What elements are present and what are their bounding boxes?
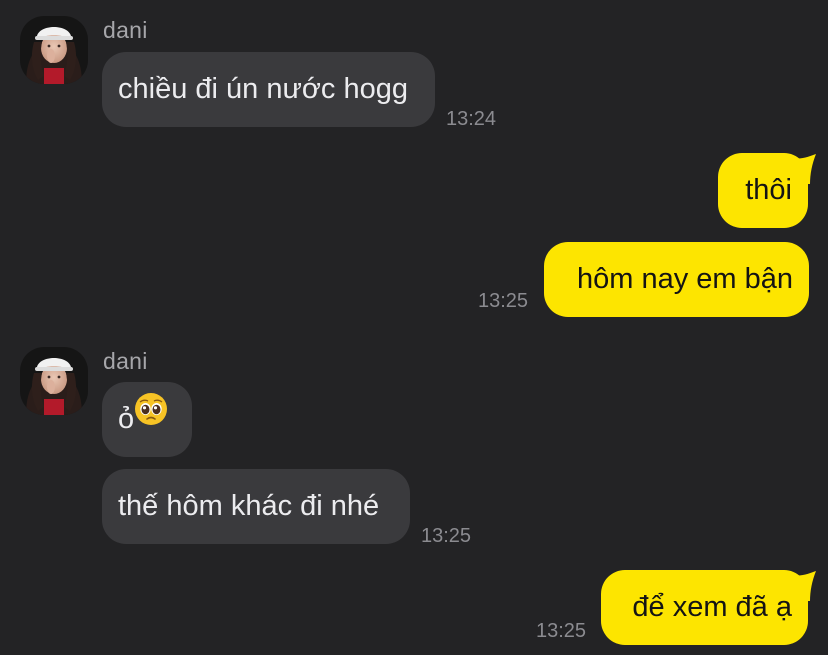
message-text: chiều đi ún nước hogg [118, 73, 408, 105]
message-text: thôi [745, 174, 792, 206]
chat-view[interactable]: dani chiều đi ún nước hogg 13:24 thôi hô… [0, 0, 828, 655]
contact-avatar[interactable] [20, 347, 88, 415]
message-text: thế hôm khác đi nhé [118, 490, 380, 522]
message-text: hôm nay em bận [576, 263, 793, 295]
message-text: ỏ [118, 403, 135, 435]
incoming-message-bubble[interactable]: chiều đi ún nước hogg [102, 52, 435, 127]
incoming-message-bubble[interactable]: ỏ [102, 382, 192, 457]
message-timestamp: 13:24 [446, 108, 497, 130]
incoming-message-bubble[interactable]: thế hôm khác đi nhé [102, 469, 410, 544]
message-timestamp: 13:25 [478, 290, 529, 312]
sender-name: dani [103, 17, 148, 43]
pleading-face-icon [134, 380, 168, 455]
contact-avatar[interactable] [20, 16, 88, 84]
message-timestamp: 13:25 [421, 525, 472, 547]
outgoing-message-bubble[interactable]: thôi [718, 153, 808, 228]
sender-name: dani [103, 348, 148, 374]
message-text: để xem đã ạ [632, 591, 792, 623]
message-timestamp: 13:25 [536, 620, 587, 642]
outgoing-message-bubble[interactable]: hôm nay em bận [544, 242, 809, 317]
outgoing-message-bubble[interactable]: để xem đã ạ [601, 570, 808, 645]
